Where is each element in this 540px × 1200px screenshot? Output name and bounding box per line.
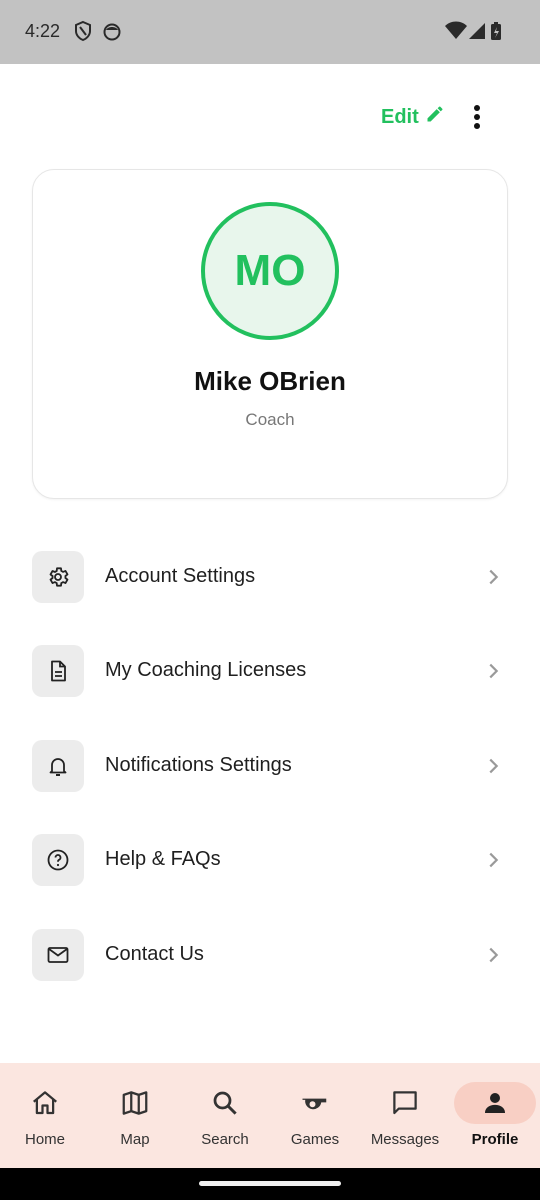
search-icon <box>213 1091 237 1115</box>
face-icon <box>102 20 124 44</box>
gear-icon <box>32 551 84 603</box>
nav-label: Home <box>24 1131 65 1148</box>
menu-item-label: Help & FAQs <box>105 848 221 870</box>
person-icon <box>485 1093 505 1113</box>
menu-item-coaching-licenses[interactable]: My Coaching Licenses <box>0 624 540 718</box>
menu-item-account-settings[interactable]: Account Settings <box>0 530 540 624</box>
nav-label: Profile <box>471 1131 519 1148</box>
document-icon <box>32 645 84 697</box>
nav-label: Map <box>120 1131 150 1148</box>
status-bar: 4:22 <box>0 0 540 64</box>
profile-role: Coach <box>245 410 295 429</box>
bottom-navigation: Home Map Search Games Messages Profile <box>0 1063 540 1168</box>
wifi-icon <box>444 20 468 44</box>
more-vert-icon <box>474 105 480 129</box>
nav-item-home[interactable]: Home <box>0 1063 90 1168</box>
gesture-handle[interactable] <box>199 1181 341 1186</box>
menu-item-label: Notifications Settings <box>105 754 292 776</box>
menu-item-label: My Coaching Licenses <box>105 659 307 681</box>
menu-item-notifications-settings[interactable]: Notifications Settings <box>0 719 540 813</box>
nav-item-messages[interactable]: Messages <box>360 1063 450 1168</box>
more-options-button[interactable] <box>462 100 492 134</box>
nav-label: Games <box>290 1131 340 1148</box>
nav-item-games[interactable]: Games <box>270 1063 360 1168</box>
system-gesture-area <box>0 1168 540 1200</box>
nav-item-map[interactable]: Map <box>90 1063 180 1168</box>
battery-icon <box>490 20 504 44</box>
chevron-right-icon <box>489 569 499 585</box>
edit-label: Edit <box>381 105 419 128</box>
nav-label: Search <box>201 1131 249 1148</box>
mail-icon <box>32 929 84 981</box>
bell-icon <box>32 740 84 792</box>
shield-icon <box>73 20 95 44</box>
signal-icon <box>467 20 489 44</box>
avatar: MO <box>201 202 339 340</box>
chevron-right-icon <box>489 758 499 774</box>
home-icon <box>33 1091 57 1115</box>
profile-card: MO Mike OBrien Coach <box>32 169 508 499</box>
status-time: 4:22 <box>25 21 61 41</box>
chevron-right-icon <box>489 663 499 679</box>
message-icon <box>393 1091 417 1115</box>
pencil-icon <box>425 104 445 130</box>
profile-name: Mike OBrien <box>194 366 346 396</box>
edit-button[interactable]: Edit <box>381 102 445 132</box>
nav-item-profile[interactable]: Profile <box>450 1063 540 1168</box>
avatar-initials: MO <box>234 246 306 295</box>
menu-item-label: Contact Us <box>105 943 204 965</box>
chevron-right-icon <box>489 947 499 963</box>
map-icon <box>122 1091 148 1115</box>
nav-item-search[interactable]: Search <box>180 1063 270 1168</box>
menu-item-label: Account Settings <box>105 565 256 587</box>
top-app-bar: Edit <box>0 64 540 164</box>
chevron-right-icon <box>489 852 499 868</box>
nav-label: Messages <box>370 1131 440 1148</box>
whistle-icon <box>302 1098 327 1110</box>
menu-item-contact-us[interactable]: Contact Us <box>0 908 540 1002</box>
menu-item-help-faqs[interactable]: Help & FAQs <box>0 813 540 907</box>
help-circle-icon <box>32 834 84 886</box>
